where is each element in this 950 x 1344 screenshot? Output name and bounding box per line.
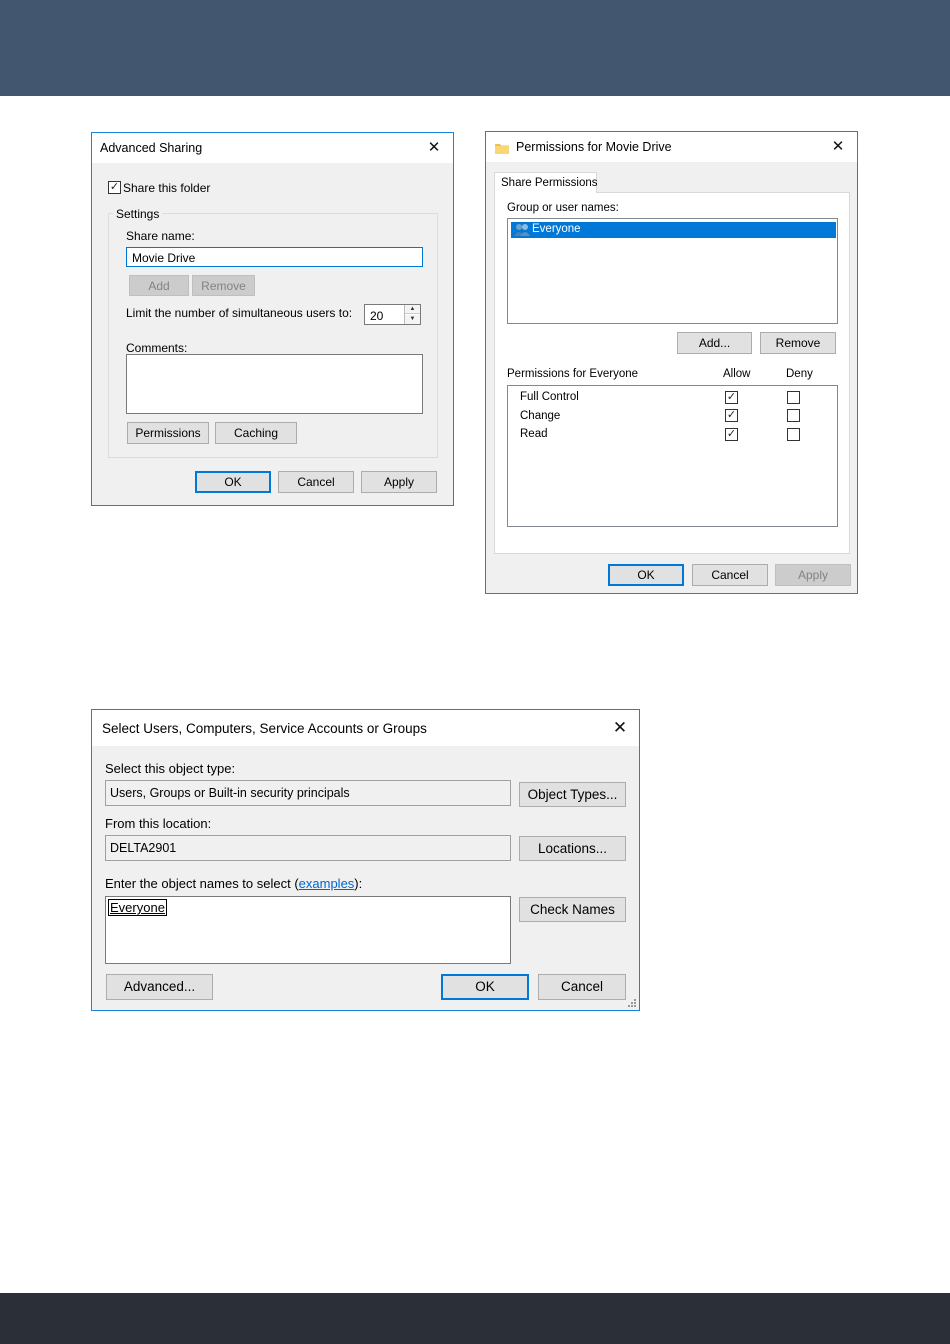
remove-user-button[interactable]: Remove [760,332,836,354]
users-group-icon [514,224,530,236]
permissions-dialog: Permissions for Movie Drive ✕ Share Perm… [485,131,858,594]
permission-name: Full Control [520,391,579,403]
close-icon[interactable]: ✕ [421,135,447,161]
location-field: DELTA2901 [105,835,511,861]
select-users-dialog: Select Users, Computers, Service Account… [91,709,640,1011]
settings-group-label: Settings [113,207,163,221]
apply-button[interactable]: Apply [361,471,437,493]
deny-change-checkbox[interactable] [787,409,800,422]
object-names-input[interactable]: Everyone [105,896,511,964]
cancel-button[interactable]: Cancel [692,564,768,586]
user-entry-label: Everyone [532,223,581,235]
advanced-button[interactable]: Advanced... [106,974,213,1000]
comments-label: Comments: [126,341,188,355]
resize-grip-icon[interactable] [627,998,637,1008]
limit-users-value: 20 [370,309,384,323]
enter-names-label: Enter the object names to select (exampl… [105,876,363,891]
dialog-title: Advanced Sharing [100,141,203,155]
page-footer-band [0,1293,950,1344]
limit-users-spinner[interactable]: 20 ▲ ▼ [364,304,421,325]
share-folder-label: Share this folder [123,181,211,195]
dialog-title: Select Users, Computers, Service Account… [102,721,427,736]
folder-icon [495,144,509,154]
entered-name: Everyone [108,899,167,916]
deny-full-control-checkbox[interactable] [787,391,800,404]
select-users-titlebar: Select Users, Computers, Service Account… [92,710,639,746]
permissions-list: Full Control ✓ Change ✓ Read ✓ [507,385,838,527]
permission-name: Change [520,410,561,422]
permissions-for-label: Permissions for Everyone [507,368,639,380]
deny-column-header: Deny [786,368,813,380]
ok-button[interactable]: OK [195,471,271,493]
share-folder-checkbox[interactable]: ✓ [108,181,121,194]
comments-textarea[interactable] [126,354,423,414]
add-user-button[interactable]: Add... [677,332,752,354]
spinner-down-icon[interactable]: ▼ [405,315,420,324]
add-button[interactable]: Add [129,275,189,296]
allow-read-checkbox[interactable]: ✓ [725,428,738,441]
permissions-titlebar: Permissions for Movie Drive ✕ [486,132,857,162]
locations-button[interactable]: Locations... [519,836,626,861]
ok-button[interactable]: OK [608,564,684,586]
share-name-label: Share name: [126,229,195,243]
advanced-sharing-dialog: Advanced Sharing ✕ ✓ Share this folder S… [91,132,454,506]
group-names-list[interactable]: Everyone [507,218,838,324]
allow-change-checkbox[interactable]: ✓ [725,409,738,422]
location-label: From this location: [105,816,212,831]
share-name-input[interactable]: Movie Drive [126,247,423,267]
cancel-button[interactable]: Cancel [538,974,626,1000]
apply-button[interactable]: Apply [775,564,851,586]
examples-link[interactable]: examples [299,876,355,891]
limit-users-label: Limit the number of simultaneous users t… [126,306,353,320]
close-icon[interactable]: ✕ [607,715,633,741]
group-names-label: Group or user names: [507,202,619,214]
dialog-title: Permissions for Movie Drive [516,140,672,154]
object-type-label: Select this object type: [105,761,236,776]
advanced-sharing-titlebar: Advanced Sharing ✕ [92,133,453,163]
cancel-button[interactable]: Cancel [278,471,354,493]
check-names-button[interactable]: Check Names [519,897,626,922]
permission-name: Read [520,428,548,440]
ok-button[interactable]: OK [441,974,529,1000]
permissions-button[interactable]: Permissions [127,422,209,444]
close-icon[interactable]: ✕ [825,134,851,160]
deny-read-checkbox[interactable] [787,428,800,441]
allow-column-header: Allow [723,368,751,380]
tab-share-permissions[interactable]: Share Permissions [494,172,598,193]
object-type-field: Users, Groups or Built-in security princ… [105,780,511,806]
list-item[interactable]: Everyone [511,222,836,238]
allow-full-control-checkbox[interactable]: ✓ [725,391,738,404]
remove-button[interactable]: Remove [192,275,255,296]
spinner-up-icon[interactable]: ▲ [405,305,420,314]
object-types-button[interactable]: Object Types... [519,782,626,807]
spinner-arrows: ▲ ▼ [404,305,420,324]
caching-button[interactable]: Caching [215,422,297,444]
page-header-band [0,0,950,96]
